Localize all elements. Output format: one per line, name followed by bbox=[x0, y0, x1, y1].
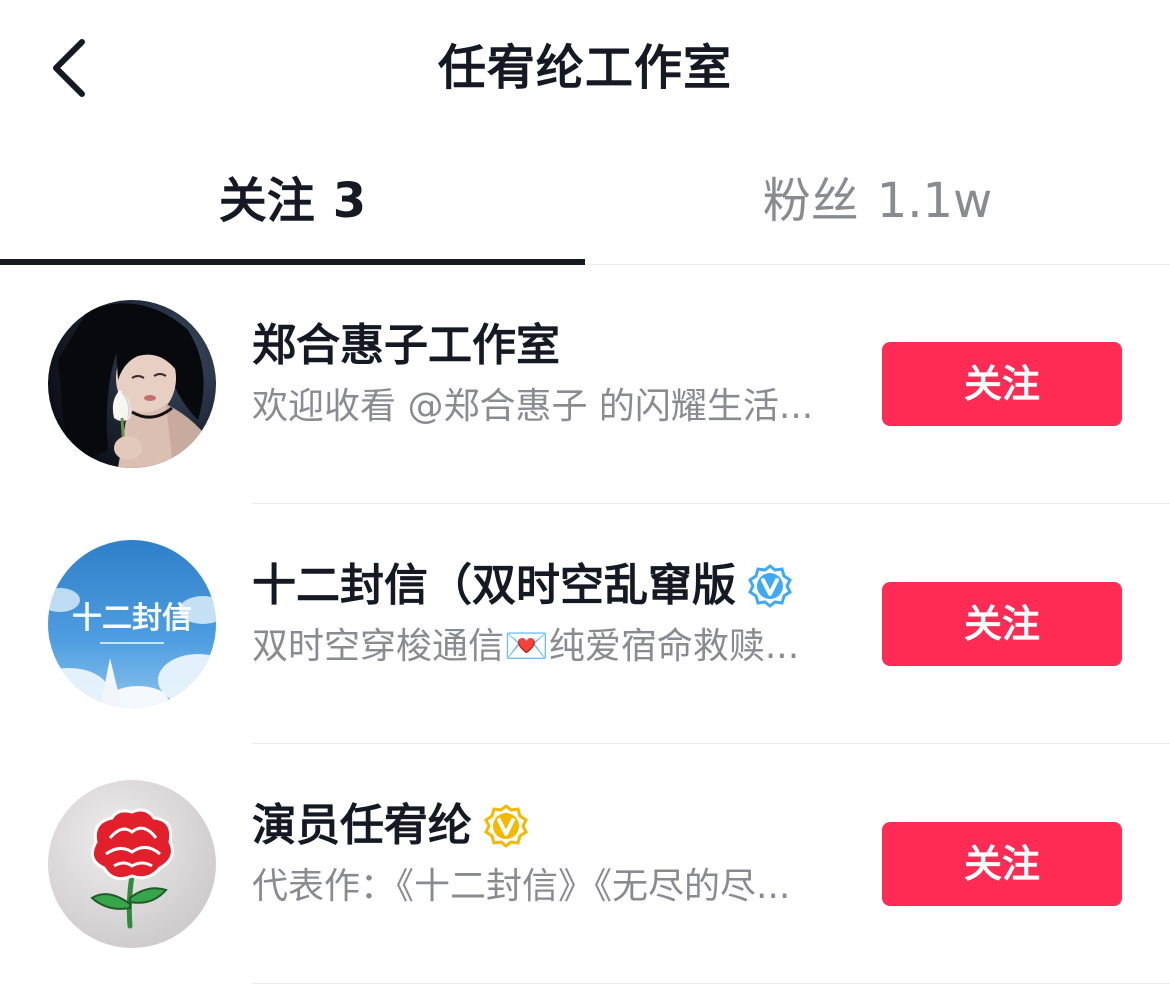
tab-following-label: 关注 3 bbox=[219, 172, 366, 230]
user-description: 欢迎收看 @郑合惠子 的闪耀生活... bbox=[252, 386, 814, 427]
top-bar: 任宥纶工作室 bbox=[0, 0, 1170, 135]
user-list-item[interactable]: 演员任宥纶 代表作：《十二封信》《无尽的尽... 关注 bbox=[0, 744, 1170, 984]
user-list-item[interactable]: 十二封信 十二封信（双时空乱窜版 双时空穿梭通信💌纯爱宿命救赎... 关注 bbox=[0, 504, 1170, 744]
tab-fans-label: 粉丝 1.1w bbox=[763, 172, 993, 230]
user-name[interactable]: 演员任宥纶 bbox=[252, 796, 472, 856]
verified-gold-icon bbox=[484, 804, 528, 848]
avatar[interactable]: 十二封信 bbox=[48, 540, 216, 708]
user-list-item[interactable]: 郑合惠子工作室 欢迎收看 @郑合惠子 的闪耀生活... 关注 bbox=[0, 264, 1170, 504]
user-description: 代表作：《十二封信》《无尽的尽... bbox=[252, 866, 791, 907]
name-line: 十二封信（双时空乱窜版 bbox=[252, 556, 792, 616]
row-divider bbox=[252, 983, 1170, 984]
user-name[interactable]: 十二封信（双时空乱窜版 bbox=[252, 556, 736, 616]
avatar[interactable] bbox=[48, 780, 216, 948]
tab-following-text: 关注 bbox=[218, 173, 315, 229]
follow-button[interactable]: 关注 bbox=[882, 822, 1122, 906]
user-name[interactable]: 郑合惠子工作室 bbox=[252, 316, 560, 376]
avatar[interactable] bbox=[48, 300, 216, 468]
tab-fans-text: 粉丝 bbox=[762, 173, 859, 229]
tab-following[interactable]: 关注 3 bbox=[0, 140, 585, 265]
sky-poster: 十二封信 bbox=[48, 540, 216, 708]
name-line: 演员任宥纶 bbox=[252, 796, 528, 856]
follow-button[interactable]: 关注 bbox=[882, 342, 1122, 426]
follow-button[interactable]: 关注 bbox=[882, 582, 1122, 666]
tab-bar: 关注 3 粉丝 1.1w bbox=[0, 140, 1170, 265]
avatar-text: 十二封信 bbox=[72, 601, 192, 636]
tab-following-count: 3 bbox=[332, 173, 367, 229]
page-title: 任宥纶工作室 bbox=[437, 40, 732, 96]
tab-fans[interactable]: 粉丝 1.1w bbox=[585, 140, 1170, 264]
portrait-photo bbox=[48, 300, 216, 468]
red-flower bbox=[48, 780, 216, 948]
name-line: 郑合惠子工作室 bbox=[252, 316, 560, 376]
user-description: 双时空穿梭通信💌纯爱宿命救赎... bbox=[252, 626, 800, 667]
verified-blue-icon bbox=[748, 564, 792, 608]
tab-fans-count: 1.1w bbox=[876, 173, 993, 229]
